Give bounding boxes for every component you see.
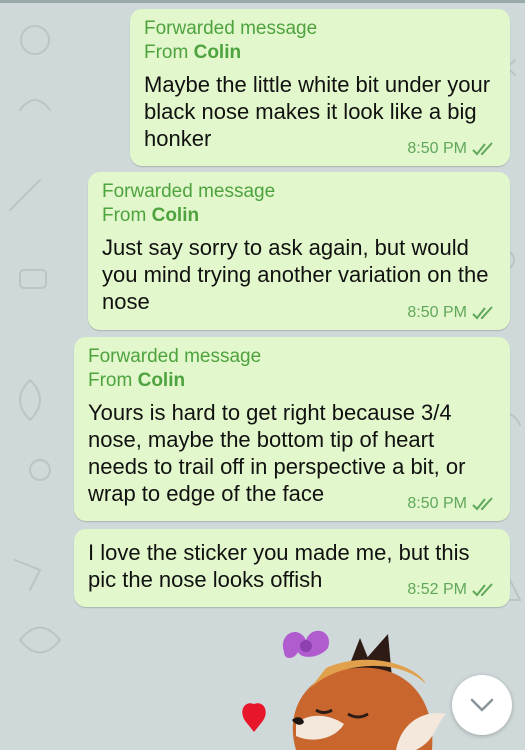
message-text: Yours is hard to get right because 3/4 n… — [88, 400, 466, 506]
from-name[interactable]: Colin — [138, 370, 186, 391]
forwarded-label: Forwarded message — [88, 346, 262, 367]
double-check-icon — [472, 497, 493, 511]
message-bubble[interactable]: Forwarded message From Colin Yours is ha… — [74, 337, 510, 521]
from-prefix: From — [102, 205, 147, 226]
message-bubble[interactable]: I love the sticker you made me, but this… — [74, 529, 510, 607]
forwarded-from[interactable]: From Colin — [102, 204, 496, 228]
double-check-icon — [472, 583, 493, 597]
message-meta: 8:50 PM — [407, 140, 496, 158]
top-divider — [0, 0, 525, 3]
message-time: 8:52 PM — [407, 581, 467, 598]
forwarded-label: Forwarded message — [144, 18, 318, 39]
from-name[interactable]: Colin — [152, 205, 200, 226]
from-prefix: From — [88, 370, 133, 391]
double-check-icon — [472, 306, 493, 320]
heart-icon — [242, 703, 266, 732]
message-bubble[interactable]: Forwarded message From Colin Maybe the l… — [130, 9, 510, 166]
message-meta: 8:52 PM — [407, 581, 496, 599]
message-meta: 8:50 PM — [407, 304, 496, 322]
message-time: 8:50 PM — [407, 495, 467, 512]
message-time: 8:50 PM — [407, 304, 467, 321]
message-text: Just say sorry to ask again, but would y… — [102, 235, 489, 314]
double-check-icon — [472, 142, 493, 156]
forwarded-from[interactable]: From Colin — [144, 41, 496, 65]
from-name[interactable]: Colin — [194, 42, 242, 63]
scroll-down-button[interactable] — [452, 675, 512, 735]
forwarded-from[interactable]: From Colin — [88, 369, 496, 393]
message-time: 8:50 PM — [407, 140, 467, 157]
from-prefix: From — [144, 42, 189, 63]
message-bubble[interactable]: Forwarded message From Colin Just say so… — [88, 172, 510, 330]
message-meta: 8:50 PM — [407, 495, 496, 513]
fox-girl-sticker-icon[interactable] — [236, 614, 476, 750]
chevron-down-icon — [470, 698, 494, 712]
forwarded-label: Forwarded message — [102, 181, 276, 202]
